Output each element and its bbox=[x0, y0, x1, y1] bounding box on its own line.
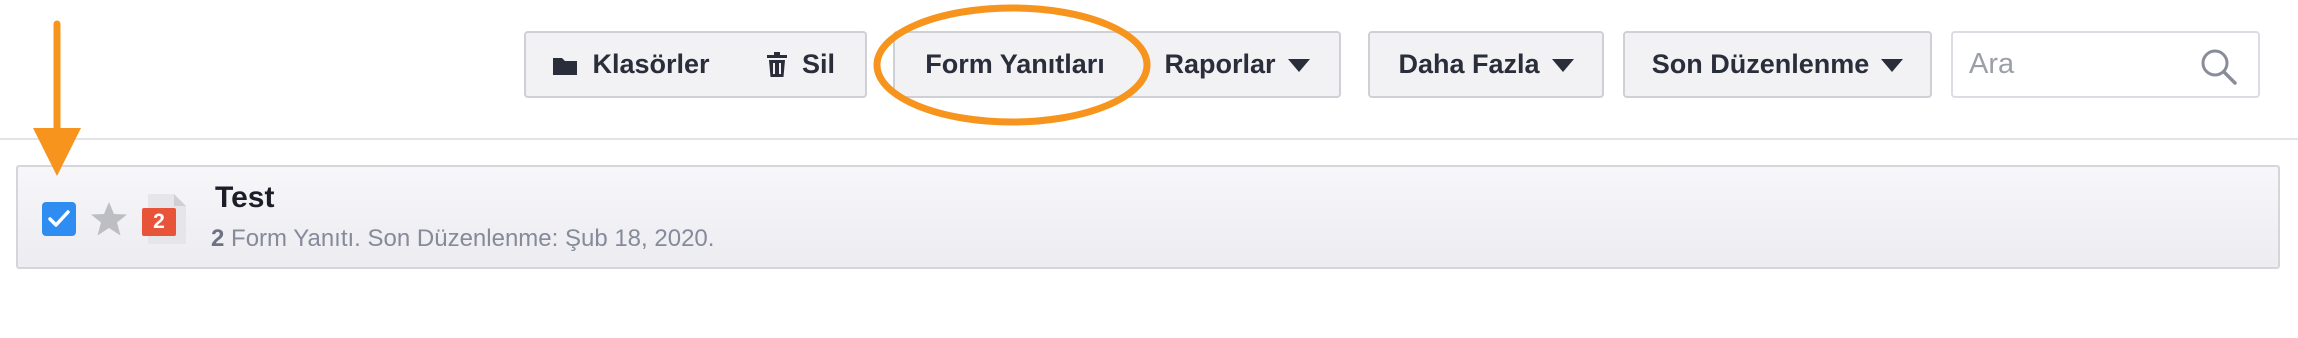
reports-button[interactable]: Raporlar bbox=[1135, 31, 1341, 98]
toolbar-divider bbox=[0, 138, 2298, 140]
form-meta-text: Form Yanıtı. Son Düzenlenme: Şub 18, 202… bbox=[224, 225, 715, 252]
sort-label: Son Düzenlenme bbox=[1651, 49, 1870, 79]
checkmark-icon bbox=[48, 210, 70, 227]
search-icon[interactable] bbox=[2200, 48, 2238, 91]
search-box bbox=[1951, 31, 2260, 98]
reports-label: Raporlar bbox=[1164, 49, 1276, 79]
form-meta: 2 Form Yanıtı. Son Düzenlenme: Şub 18, 2… bbox=[211, 225, 714, 253]
more-label: Daha Fazla bbox=[1398, 49, 1540, 79]
caret-down-icon bbox=[1881, 59, 1904, 72]
sort-button[interactable]: Son Düzenlenme bbox=[1623, 31, 1932, 98]
delete-label: Sil bbox=[801, 49, 835, 79]
star-icon[interactable] bbox=[90, 201, 128, 242]
folder-icon bbox=[552, 54, 578, 76]
form-responses-label: Form Yanıtları bbox=[925, 49, 1105, 79]
caret-down-icon bbox=[1287, 59, 1310, 72]
toolbar: Klasörler Sil Form Yanıtları Raporlar Da… bbox=[0, 0, 2298, 140]
response-count-badge: 2 bbox=[142, 208, 176, 236]
delete-button[interactable]: Sil bbox=[736, 31, 867, 98]
form-list-item[interactable]: 2 Test 2 Form Yanıtı. Son Düzenlenme: Şu… bbox=[16, 165, 2280, 269]
select-checkbox[interactable] bbox=[42, 202, 76, 236]
form-responses-button[interactable]: Form Yanıtları bbox=[893, 31, 1137, 98]
response-count: 2 bbox=[211, 225, 225, 252]
search-input[interactable] bbox=[1953, 47, 2201, 82]
trash-icon bbox=[766, 51, 788, 78]
form-title[interactable]: Test bbox=[215, 181, 274, 215]
more-button[interactable]: Daha Fazla bbox=[1368, 31, 1604, 98]
caret-down-icon bbox=[1551, 59, 1574, 72]
folders-button[interactable]: Klasörler bbox=[524, 31, 738, 98]
folders-label: Klasörler bbox=[592, 49, 710, 79]
